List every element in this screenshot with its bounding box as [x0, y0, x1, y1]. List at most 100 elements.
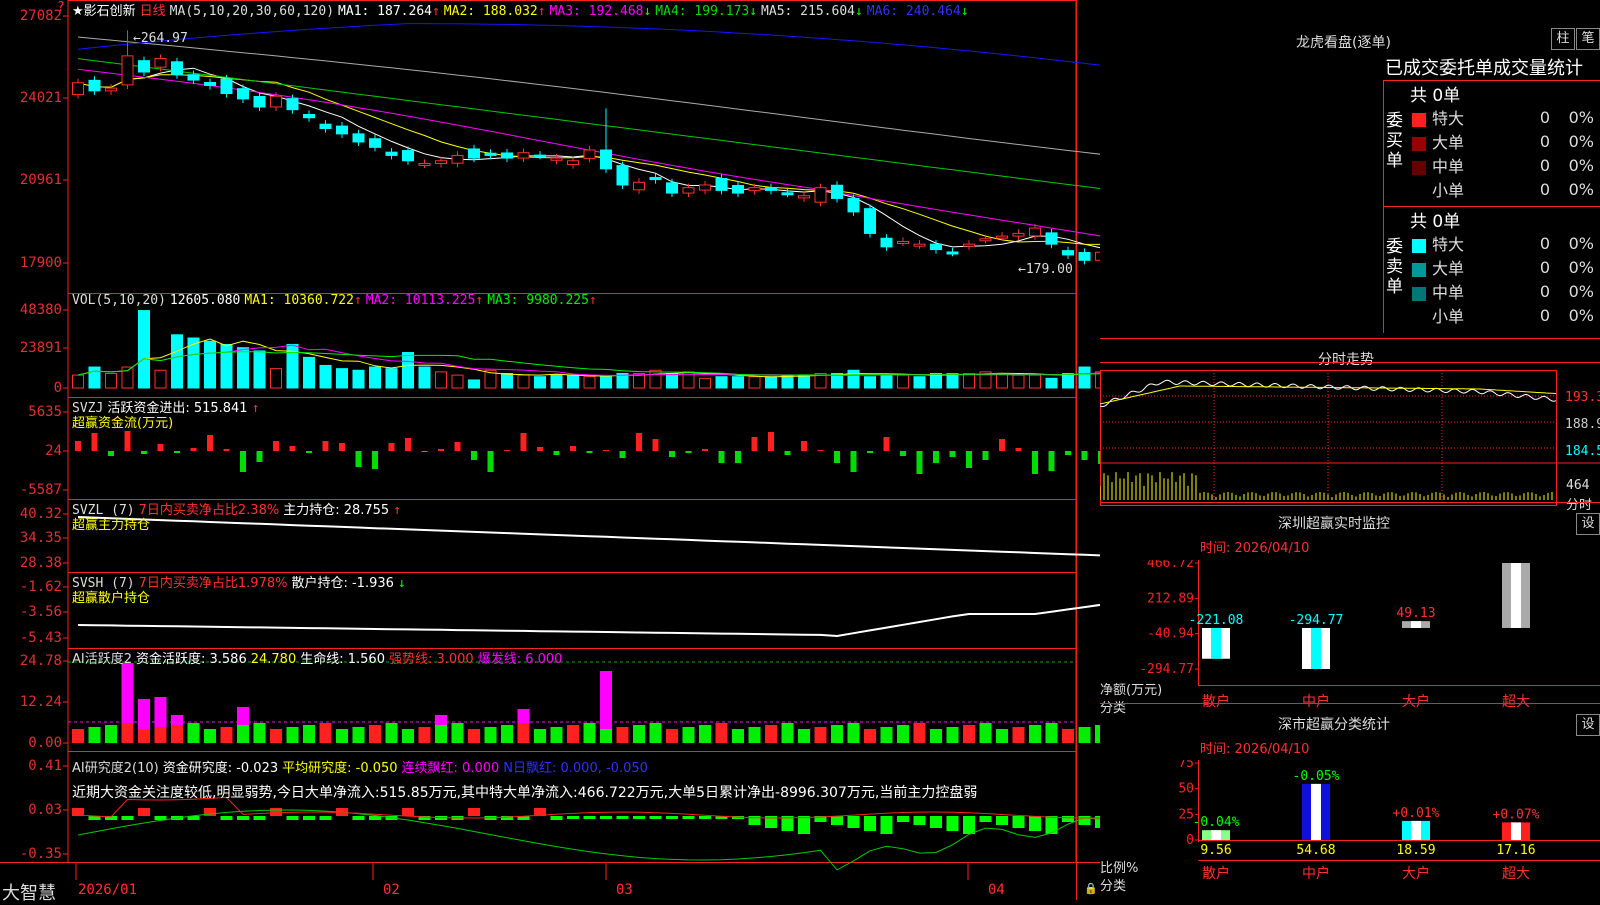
svzj-bar: [223, 449, 230, 451]
volume-bar: [369, 366, 381, 389]
candle-body: [435, 160, 447, 164]
ai-active-bar: [1012, 727, 1025, 743]
lock-icon[interactable]: 🔒: [1084, 882, 1098, 895]
candle-body: [979, 238, 992, 242]
research-bar: [682, 816, 695, 819]
right-panel: 龙虎看盘(逐单) 柱 笔 已成交委托单成交量统计 委买单 共 0单 特大 0 0% 大…: [1100, 0, 1600, 900]
svsh-sub: 超赢散户持仓: [72, 591, 151, 606]
orderbook-row-label: 特大: [1432, 109, 1465, 128]
monitor-bar-chart[interactable]: 466.72 212.89 -40.94 -294.77 -221.08 散户 -294.7…: [1100, 560, 1600, 712]
volume-bar: [1062, 372, 1074, 389]
price-y-label-0: 27082: [19, 8, 62, 24]
svzl-y-label-1: 34.35: [19, 530, 62, 546]
research-bar: [616, 816, 629, 819]
candle-body: [864, 208, 876, 234]
bar-view-button[interactable]: 柱: [1551, 28, 1575, 50]
volume-bar: [336, 368, 348, 389]
volume-bar: [1012, 374, 1025, 389]
orderbook-buy-section: 委买单 共 0单 特大 0 0% 大单 0 0% 中单 0 0% 小单 0 0%: [1383, 80, 1600, 207]
classstat-settings-button[interactable]: 设: [1576, 714, 1600, 736]
research-bar: [1029, 816, 1041, 831]
svzj-bar: [817, 450, 824, 451]
svzl-line: [77, 516, 1100, 557]
orderbook-row-label: 中单: [1432, 283, 1465, 302]
classstat-bar-chart[interactable]: 7550250-0.04%9.56散户-0.05%54.68中户+0.01%18…: [1100, 760, 1600, 900]
ai-active-bar: [1045, 723, 1058, 743]
classstat-y-label-1: 50: [1178, 782, 1194, 797]
svzl-sub: 超赢主力持仓: [72, 518, 151, 533]
volume-bar: [1029, 374, 1041, 389]
volume-bar: [1045, 377, 1058, 389]
monitor-settings-button[interactable]: 设: [1576, 513, 1600, 535]
svzj-bar: [372, 451, 378, 469]
ai-active-burst-bar: [237, 707, 249, 725]
svzj-bar: [883, 437, 890, 451]
svzj-bar: [949, 451, 956, 457]
candle-body: [649, 176, 662, 181]
sell-side-label: 委卖单: [1386, 237, 1403, 297]
moving-average-lines: [77, 23, 1100, 249]
intraday-chart[interactable]: [1100, 370, 1600, 512]
volume-bar: [715, 376, 728, 389]
research-bar: [831, 816, 843, 825]
volume-bar: [253, 350, 266, 389]
ai-active-bar: [732, 729, 744, 743]
monitor-category-label: 散户: [1202, 693, 1230, 710]
orderbook-row-name: 大单: [1410, 255, 1524, 279]
orderbook-row-pct: 0%: [1568, 155, 1594, 175]
candle-body: [72, 82, 84, 96]
svzj-bar: [801, 441, 807, 451]
orderbook-row-label: 大单: [1432, 133, 1465, 152]
classstat-bar-highlight: [1411, 820, 1421, 840]
monitor-time: 时间: 2026/04/10: [1200, 541, 1310, 556]
classstat-value-label: 18.59: [1396, 843, 1435, 858]
classstat-change-label: +0.07%: [1493, 807, 1540, 822]
volume-bar: [847, 369, 860, 389]
candle-body: [468, 148, 480, 159]
buy-total: 共 0单: [1410, 86, 1461, 106]
volume-bar: [171, 334, 183, 389]
ma-arrow-1: ↑: [431, 4, 440, 19]
ai-active-bar: [814, 727, 827, 743]
classstat-y-label-0: 75: [1178, 760, 1194, 771]
candle-body: [699, 184, 711, 191]
orderbook-row: 小单 0 0%: [1410, 303, 1596, 327]
candle-body: [121, 55, 134, 86]
ai-active-bar: [600, 729, 612, 743]
orderbook-row-name: 中单: [1410, 153, 1524, 177]
candlesticks[interactable]: [72, 30, 1101, 265]
svzj-bar: [982, 451, 989, 460]
volume-bar: [583, 376, 596, 389]
period-label[interactable]: 日线: [140, 4, 166, 19]
svzj-bar: [850, 451, 857, 472]
ai-active-bar: [402, 729, 414, 743]
right-separator-2: [1100, 502, 1600, 503]
orderbook-row-name: 特大: [1410, 105, 1524, 129]
orderbook-row: 大单 0 0%: [1410, 129, 1596, 153]
svzj-bar: [520, 433, 527, 451]
help-icon[interactable]: ?: [57, 0, 65, 15]
volume-bar: [138, 310, 150, 389]
svsh-arrow: ↓: [397, 576, 406, 591]
ai-active-bar: [501, 725, 513, 743]
ai-active-bar: [369, 725, 381, 743]
research-bar: [319, 816, 332, 820]
svsh-desc: 散户持仓: -1.936: [291, 576, 394, 591]
orderbook-row-pct: 0%: [1568, 281, 1594, 301]
candle-body: [682, 187, 695, 194]
svzj-y-label-2: -5587: [19, 482, 62, 498]
research-bar: [897, 816, 909, 822]
research-bar: [979, 816, 992, 822]
ma-arrow-4: ↓: [749, 4, 758, 19]
volume-bar: [798, 374, 810, 389]
candle-body: [913, 243, 926, 247]
ai-active-bar: [319, 723, 332, 743]
intraday-y-label-mid: 188.9: [1565, 417, 1600, 432]
buy-table-wrap: 共 0单 特大 0 0% 大单 0 0% 中单 0 0% 小单 0 0%: [1410, 81, 1596, 201]
orderbook-row-pct: 0%: [1568, 305, 1594, 325]
ai-active-bar: [583, 723, 596, 743]
ai-active-bar: [270, 729, 282, 743]
ai-active-bar: [72, 729, 84, 743]
price-y-label-3: 17900: [19, 255, 62, 271]
tick-view-button[interactable]: 笔: [1576, 28, 1600, 50]
